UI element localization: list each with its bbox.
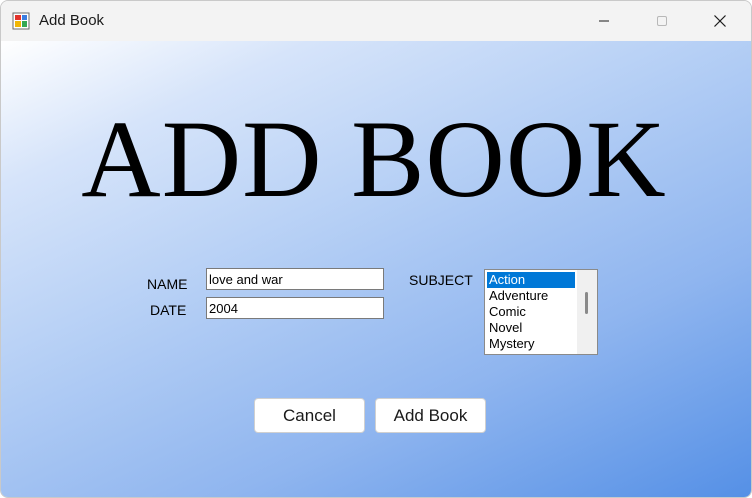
subject-option-adventure[interactable]: Adventure (487, 288, 575, 304)
add-book-window: Add Book ADD BOOK NAME DATE SUBJECT Acti… (0, 0, 752, 498)
form-app-icon (12, 12, 30, 30)
name-label: NAME (147, 276, 188, 292)
maximize-button[interactable] (633, 1, 691, 41)
add-book-button[interactable]: Add Book (375, 398, 486, 433)
minimize-button[interactable] (575, 1, 633, 41)
maximize-icon (657, 16, 667, 26)
minimize-icon (599, 20, 609, 22)
cancel-button[interactable]: Cancel (254, 398, 365, 433)
subject-listbox[interactable]: Action Adventure Comic Novel Mystery (484, 269, 598, 355)
subject-label: SUBJECT (409, 272, 473, 288)
close-icon (714, 15, 726, 27)
date-label: DATE (150, 302, 187, 318)
date-input[interactable] (206, 297, 384, 319)
title-bar[interactable]: Add Book (1, 1, 751, 41)
subject-option-mystery[interactable]: Mystery (487, 336, 575, 352)
scrollbar-thumb[interactable] (585, 292, 588, 314)
subject-option-novel[interactable]: Novel (487, 320, 575, 336)
subject-option-comic[interactable]: Comic (487, 304, 575, 320)
window-title: Add Book (39, 12, 105, 29)
subject-option-action[interactable]: Action (487, 272, 575, 288)
close-button[interactable] (691, 1, 749, 41)
subject-scrollbar[interactable] (577, 270, 597, 354)
name-input[interactable] (206, 268, 384, 290)
page-title: ADD BOOK (81, 98, 667, 220)
form-client-area: ADD BOOK NAME DATE SUBJECT Action Advent… (1, 41, 751, 497)
